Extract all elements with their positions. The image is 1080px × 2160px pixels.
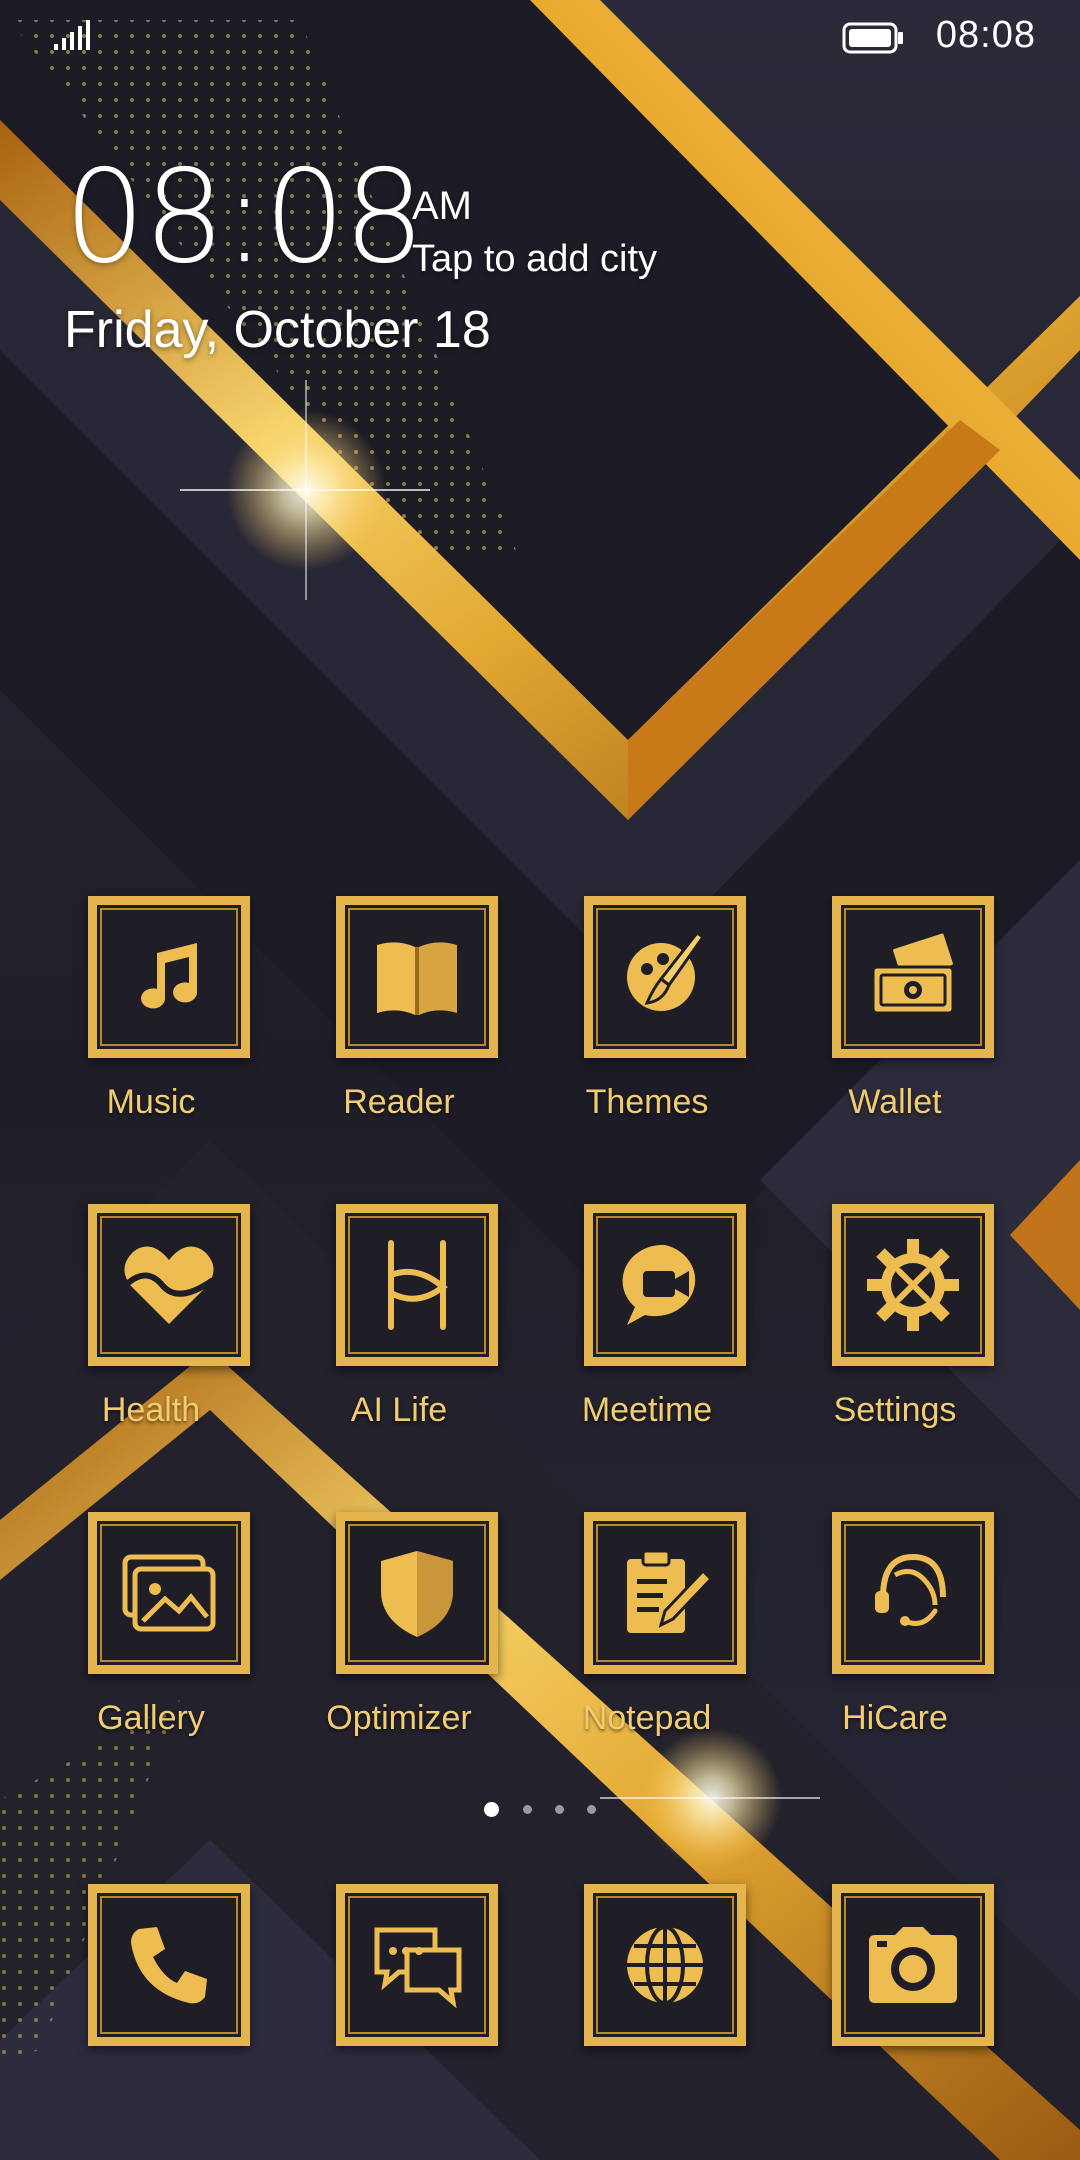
page-dot-3[interactable] bbox=[555, 1805, 564, 1814]
music-note-icon bbox=[141, 943, 197, 1009]
app-settings[interactable]: Settings bbox=[780, 1204, 1010, 1464]
dock-phone[interactable] bbox=[36, 1884, 266, 2054]
add-city-link[interactable]: Tap to add city bbox=[412, 238, 657, 281]
app-ai-life[interactable]: AI Life bbox=[284, 1204, 514, 1464]
app-label-settings: Settings bbox=[833, 1391, 957, 1429]
app-reader[interactable]: Reader bbox=[284, 896, 514, 1156]
gallery-icon bbox=[122, 1554, 216, 1632]
shield-icon bbox=[381, 1551, 453, 1637]
browser-globe-icon bbox=[627, 1925, 703, 2005]
app-label-reader: Reader bbox=[343, 1083, 455, 1121]
app-notepad[interactable]: Notepad bbox=[532, 1512, 762, 1772]
clock-widget[interactable]: 08:08 AM Tap to add city Friday, October… bbox=[64, 148, 784, 378]
clock-date[interactable]: Friday, October 18 bbox=[64, 300, 491, 360]
heart-icon bbox=[124, 1246, 215, 1324]
app-label-hicare: HiCare bbox=[842, 1699, 948, 1737]
status-time: 08:08 bbox=[935, 14, 1036, 56]
dock-browser[interactable] bbox=[532, 1884, 762, 2054]
app-music[interactable]: Music bbox=[36, 896, 266, 1156]
app-health[interactable]: Health bbox=[36, 1204, 266, 1464]
ai-life-icon bbox=[388, 1240, 448, 1330]
app-optimizer[interactable]: Optimizer bbox=[284, 1512, 514, 1772]
app-hicare[interactable]: HiCare bbox=[780, 1512, 1010, 1772]
app-label-music: Music bbox=[106, 1083, 196, 1121]
app-meetime[interactable]: Meetime bbox=[532, 1204, 762, 1464]
app-gallery[interactable]: Gallery bbox=[36, 1512, 266, 1772]
camera-icon bbox=[869, 1927, 957, 2003]
notepad-icon bbox=[627, 1549, 713, 1633]
wallet-icon bbox=[871, 930, 956, 1015]
app-label-gallery: Gallery bbox=[97, 1699, 205, 1737]
page-dot-1[interactable] bbox=[484, 1802, 499, 1817]
app-wallet[interactable]: Wallet bbox=[780, 896, 1010, 1156]
app-label-optimizer: Optimizer bbox=[326, 1699, 472, 1737]
battery-icon bbox=[842, 22, 903, 54]
book-icon bbox=[377, 942, 457, 1015]
headset-icon bbox=[875, 1553, 946, 1626]
video-chat-icon bbox=[622, 1244, 696, 1325]
app-label-health: Health bbox=[101, 1391, 201, 1429]
signal-icon bbox=[54, 20, 90, 50]
status-bar: 08:08 bbox=[0, 0, 1080, 72]
clock-time[interactable]: 08:08 bbox=[64, 148, 425, 288]
app-label-notepad: Notepad bbox=[582, 1699, 712, 1737]
page-dot-2[interactable] bbox=[523, 1805, 532, 1814]
clock-ampm: AM bbox=[412, 184, 472, 228]
messages-icon bbox=[374, 1927, 462, 2009]
app-themes[interactable]: Themes bbox=[532, 896, 762, 1156]
app-label-ai-life: AI Life bbox=[350, 1391, 448, 1429]
phone-icon bbox=[131, 1927, 207, 2004]
gear-icon bbox=[867, 1239, 959, 1331]
page-indicator[interactable] bbox=[0, 1800, 1080, 1822]
page-dot-4[interactable] bbox=[587, 1805, 596, 1814]
app-label-meetime: Meetime bbox=[581, 1391, 713, 1429]
dock-camera[interactable] bbox=[780, 1884, 1010, 2054]
app-label-themes: Themes bbox=[585, 1083, 709, 1121]
paintbrush-icon bbox=[627, 930, 706, 1011]
dock-messages[interactable] bbox=[284, 1884, 514, 2054]
app-label-wallet: Wallet bbox=[848, 1083, 942, 1121]
